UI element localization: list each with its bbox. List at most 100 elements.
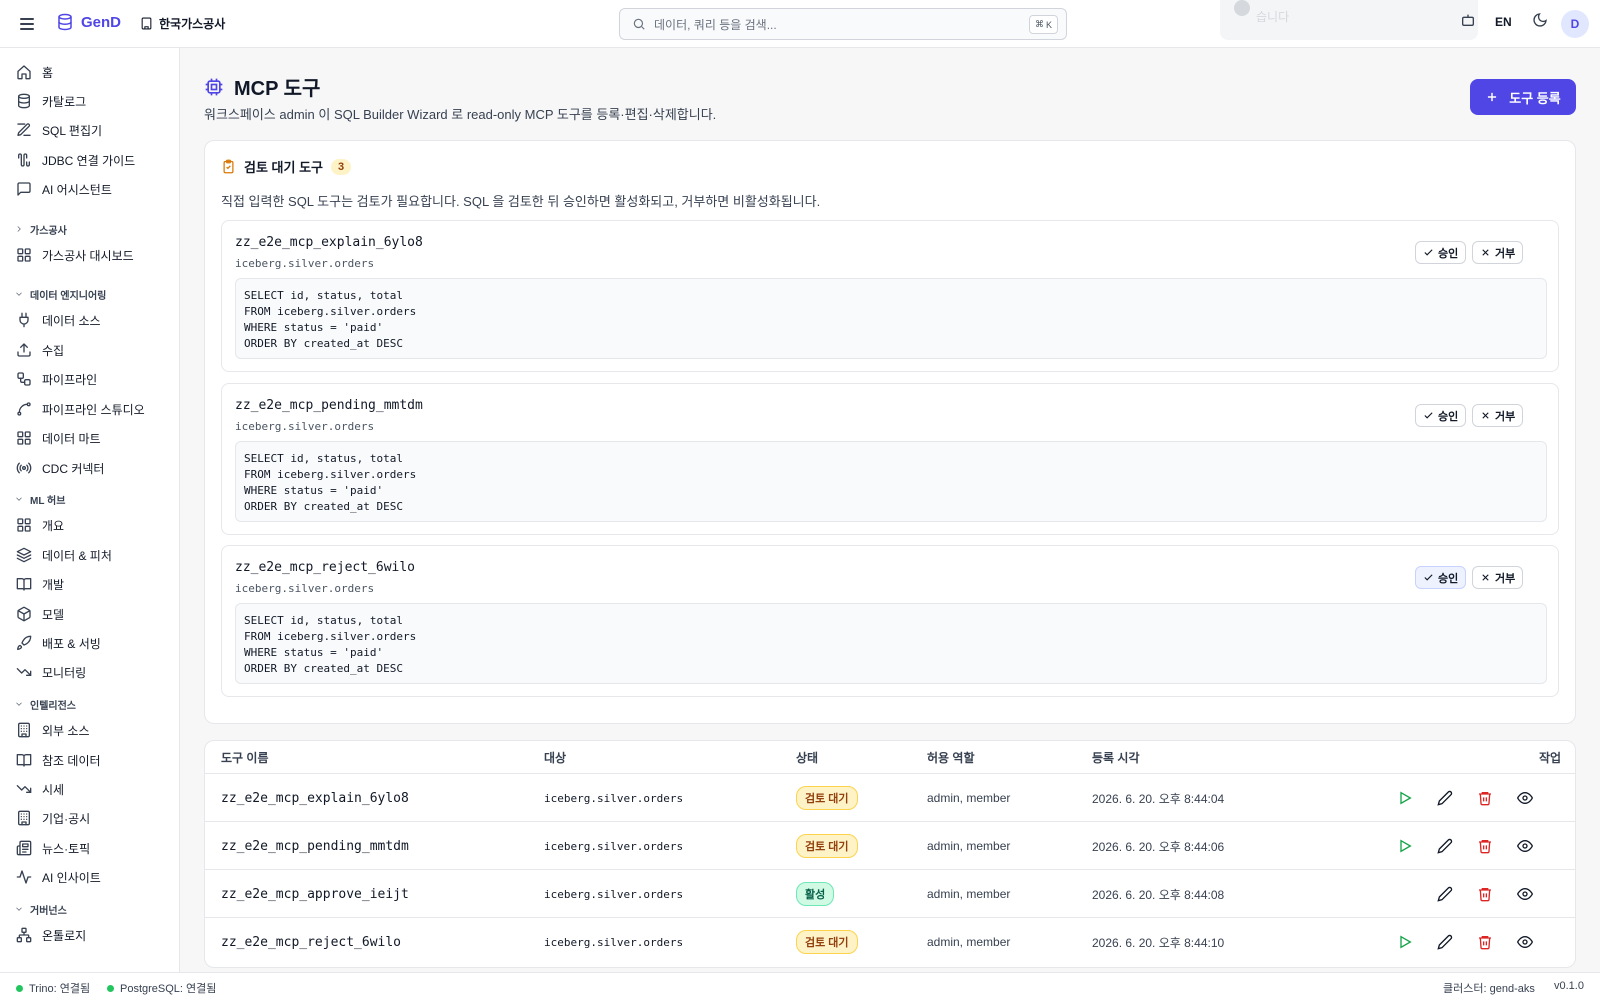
- sidebar-item[interactable]: 시세: [16, 778, 64, 800]
- approve-button[interactable]: 승인: [1415, 404, 1467, 427]
- sidebar: 홈카탈로그 SQL 편집기 JDBC 연결 가이드 AI 어시스턴트가스공사가스공사 …: [0, 48, 180, 972]
- eye-icon[interactable]: [1515, 788, 1535, 808]
- eye-icon[interactable]: [1515, 884, 1535, 904]
- pencil-icon[interactable]: [1435, 932, 1455, 952]
- menu-icon[interactable]: [20, 14, 36, 34]
- sidebar-item-label: 홈: [42, 65, 54, 80]
- sidebar-item[interactable]: 모델: [16, 603, 64, 625]
- reject-button[interactable]: 거부: [1472, 566, 1524, 589]
- status-badge: 검토 대기: [796, 930, 858, 954]
- sidebar-section-de[interactable]: 데이터 엔지니어링: [14, 286, 106, 302]
- sidebar-section-gov[interactable]: 거버넌스: [14, 901, 67, 917]
- sidebar-section-ml[interactable]: ML 허브: [14, 491, 65, 507]
- sidebar-item[interactable]: 파이프라인: [16, 368, 97, 390]
- trash-icon[interactable]: [1475, 884, 1495, 904]
- sidebar-item[interactable]: CDC 커넥터: [16, 457, 104, 479]
- sidebar-section-intel[interactable]: 인텔리전스: [14, 696, 76, 712]
- sidebar-item[interactable]: 파이프라인 스튜디오: [16, 398, 145, 420]
- tool-name: zz_e2e_mcp_pending_mmtdm: [235, 398, 423, 413]
- status-dot: [107, 984, 114, 992]
- sidebar-item[interactable]: 개발: [16, 573, 64, 595]
- sql-preview: SELECT id, status, total FROM iceberg.si…: [235, 278, 1547, 359]
- sidebar-item[interactable]: 가스공사 대시보드: [16, 244, 134, 266]
- sidebar-item[interactable]: 수집: [16, 339, 64, 361]
- org-name: 한국가스공사: [159, 17, 226, 31]
- approve-button[interactable]: 승인: [1415, 566, 1467, 589]
- chevron-down-icon: [16, 497, 22, 501]
- page-description: 워크스페이스 admin 이 SQL Builder Wizard 로 read…: [204, 107, 717, 122]
- sidebar-item[interactable]: 데이터 소스: [16, 309, 101, 331]
- sidebar-item[interactable]: 뉴스·토픽: [16, 837, 90, 859]
- book-icon: [16, 578, 32, 591]
- database-icon: [18, 93, 30, 109]
- sidebar-item-label: 수집: [42, 343, 65, 358]
- sidebar-item[interactable]: 기업·공시: [16, 807, 90, 829]
- run-icon[interactable]: [1395, 932, 1415, 952]
- reject-button[interactable]: 거부: [1472, 404, 1524, 427]
- sidebar-section-gas[interactable]: 가스공사: [14, 221, 67, 237]
- sidebar-item[interactable]: 참조 데이터: [16, 749, 101, 771]
- run-icon[interactable]: [1395, 836, 1415, 856]
- register-tool-button[interactable]: 도구 등록: [1470, 79, 1576, 115]
- pending-count-badge: 3: [330, 158, 352, 175]
- status-badge: 검토 대기: [796, 834, 858, 858]
- main-content: MCP 도구 워크스페이스 admin 이 SQL Builder Wizard…: [180, 48, 1600, 972]
- sidebar-item-label: 모델: [42, 607, 65, 622]
- avatar[interactable]: D: [1561, 10, 1589, 38]
- trash-icon[interactable]: [1475, 932, 1495, 952]
- chevron-down-icon: [16, 702, 22, 706]
- approve-button[interactable]: 승인: [1415, 241, 1467, 264]
- cell-tool-name: zz_e2e_mcp_reject_6wilo: [221, 934, 402, 950]
- sidebar-item[interactable]: AI 어시스턴트: [16, 178, 112, 200]
- cell-status: 검토 대기: [796, 918, 858, 966]
- pencil-icon[interactable]: [1435, 884, 1455, 904]
- sidebar-item[interactable]: 배포 & 서빙: [16, 632, 101, 654]
- radio-icon: [16, 462, 32, 474]
- search-shortcut: ⌘ K: [1028, 15, 1058, 34]
- bot-icon[interactable]: [1460, 12, 1476, 28]
- sidebar-item[interactable]: 데이터 마트: [16, 427, 101, 449]
- sidebar-item[interactable]: 데이터 & 피처: [16, 544, 112, 566]
- app-logo[interactable]: GenD: [56, 13, 121, 31]
- pending-description: 직접 입력한 SQL 도구는 검토가 필요합니다. SQL 을 검토한 뒤 승인…: [221, 194, 821, 209]
- reject-button[interactable]: 거부: [1472, 241, 1524, 264]
- table-row: zz_e2e_mcp_reject_6wilo iceberg.silver.o…: [205, 917, 1575, 966]
- col-header-roles: 허용 역할: [927, 750, 975, 765]
- close-icon: [1482, 574, 1489, 581]
- cable-icon: [18, 153, 30, 167]
- col-header-name: 도구 이름: [221, 750, 269, 765]
- home-icon: [17, 65, 31, 80]
- sidebar-item-label: SQL 편집기: [42, 123, 103, 138]
- layers-icon: [16, 547, 32, 563]
- sidebar-item[interactable]: JDBC 연결 가이드: [16, 149, 135, 171]
- cluster-info: 클러스터: gend-aks: [1443, 983, 1535, 995]
- sidebar-item-label: JDBC 연결 가이드: [42, 153, 136, 168]
- org-selector[interactable]: 한국가스공사: [140, 15, 225, 32]
- trash-icon[interactable]: [1475, 836, 1495, 856]
- sidebar-item[interactable]: 온톨로지: [16, 924, 86, 946]
- sidebar-item[interactable]: SQL 편집기: [16, 119, 102, 141]
- sidebar-item[interactable]: 개요: [16, 514, 64, 536]
- sidebar-item[interactable]: 홈: [16, 61, 53, 83]
- eye-icon[interactable]: [1515, 932, 1535, 952]
- sidebar-item[interactable]: 외부 소스: [16, 719, 90, 741]
- pencil-icon[interactable]: [1435, 836, 1455, 856]
- run-icon[interactable]: [1395, 788, 1415, 808]
- sidebar-item[interactable]: 모니터링: [16, 661, 86, 683]
- postgres-status: PostgreSQL: 연결됨: [107, 980, 216, 996]
- sidebar-item[interactable]: AI 인사이트: [16, 866, 101, 888]
- moon-icon[interactable]: [1532, 12, 1548, 28]
- cell-status: 검토 대기: [796, 774, 858, 822]
- pencil-icon[interactable]: [1435, 788, 1455, 808]
- top-header: GenD 한국가스공사 데이터, 쿼리 등을 검색... ⌘ K 습니다 EN D: [0, 0, 1600, 48]
- table-row: zz_e2e_mcp_approve_ieijt iceberg.silver.…: [205, 869, 1575, 917]
- sidebar-item[interactable]: 카탈로그: [16, 90, 86, 112]
- eye-icon[interactable]: [1515, 836, 1535, 856]
- language-toggle[interactable]: EN: [1495, 15, 1512, 29]
- status-badge: 활성: [796, 882, 835, 906]
- sidebar-item-label: 배포 & 서빙: [42, 636, 101, 651]
- global-search[interactable]: 데이터, 쿼리 등을 검색... ⌘ K: [619, 8, 1067, 40]
- trash-icon[interactable]: [1475, 788, 1495, 808]
- chevron-right-icon: [17, 226, 21, 232]
- building-icon: [141, 17, 152, 30]
